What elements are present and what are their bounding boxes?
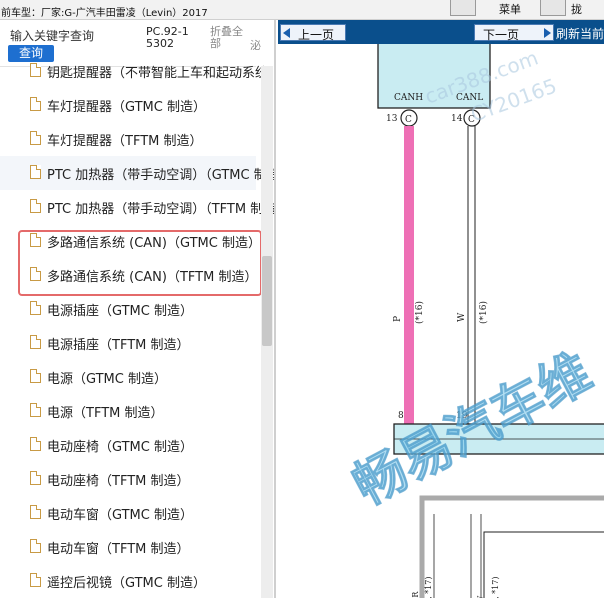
list-item[interactable]: PTC 加热器（带手动空调）（TFTM 制造）: [0, 190, 274, 224]
document-icon: [30, 369, 41, 383]
next-page-label: 下一页: [483, 28, 520, 42]
list-item-label: PTC 加热器（带手动空调）（TFTM 制造）: [47, 202, 276, 217]
prev-arrow-icon: [283, 28, 290, 38]
list-item[interactable]: 车灯提醒器（TFTM 制造）: [0, 122, 256, 156]
list-item-label: 电动车窗（GTMC 制造）: [47, 508, 193, 523]
top-bar: 前车型：厂家:G-广汽丰田雷凌（Levin）2017 菜单 拢: [0, 0, 604, 20]
pin-13-letter: C: [405, 115, 412, 125]
document-icon: [30, 165, 41, 179]
diagram-viewer: 上一页 下一页 刷新当前 CANH CANL 13 C 14 C P (*16)…: [278, 20, 604, 598]
next-arrow-icon: [544, 28, 551, 38]
wire-right-color: W: [457, 312, 467, 322]
list-item[interactable]: PTC 加热器（带手动空调）（GTMC 制造）: [0, 156, 274, 190]
bottom-left-note: 5, *17): [424, 577, 433, 598]
pc-code-label: PC.92-15302: [146, 25, 189, 50]
search-input[interactable]: 输入关键字查询: [10, 27, 94, 44]
document-icon: [30, 131, 41, 145]
list-item-label: 电源（TFTM 制造）: [47, 406, 164, 421]
scrollbar-thumb[interactable]: [262, 256, 272, 346]
viewer-toolbar: 上一页 下一页 刷新当前: [278, 20, 604, 44]
list-item-label: 电动座椅（GTMC 制造）: [47, 440, 193, 455]
document-icon: [30, 505, 41, 519]
selection-highlight: [18, 230, 262, 296]
list-item[interactable]: 钥匙提醒器（不带智能上车和起动系统）: [0, 54, 274, 88]
list-item[interactable]: 遥控后视镜（GTMC 制造）: [0, 564, 256, 598]
list-item[interactable]: 电源（TFTM 制造）: [0, 394, 256, 428]
document-icon: [30, 539, 41, 553]
document-icon: [30, 335, 41, 349]
ecu-block-inner: [483, 531, 604, 598]
wire-right-note: (*16): [478, 301, 489, 324]
bottom-right-note: 5, *17): [491, 577, 500, 598]
list-item[interactable]: 电动座椅（TFTM 制造）: [0, 462, 256, 496]
prev-page-button[interactable]: 上一页: [280, 24, 346, 42]
list-item-label: 电源插座（GTMC 制造）: [47, 304, 193, 319]
list-item-label: 电动车窗（TFTM 制造）: [47, 542, 190, 557]
app-window: 前车型：厂家:G-广汽丰田雷凌（Levin）2017 菜单 拢 输入关键字查询 …: [0, 0, 604, 598]
list-item-label: PTC 加热器（带手动空调）（GTMC 制造）: [47, 168, 276, 183]
pin-13-label: 13: [386, 114, 398, 124]
refresh-button[interactable]: 刷新当前: [556, 25, 604, 42]
document-icon: [30, 301, 41, 315]
toolbar-icon-button[interactable]: [450, 0, 476, 16]
document-icon: [30, 63, 41, 77]
list-item[interactable]: 电源插座（GTMC 制造）: [0, 292, 256, 326]
list-item-label: 钥匙提醒器（不带智能上车和起动系统）: [47, 66, 276, 81]
toolbar-icon-button-2[interactable]: [540, 0, 566, 16]
wiring-diagram: CANH CANL 13 C 14 C P (*16) W (*16) 8 19: [343, 44, 604, 598]
prev-page-label: 上一页: [298, 28, 335, 42]
wire-left-note: (*16): [414, 301, 425, 324]
document-icon: [30, 97, 41, 111]
document-icon: [30, 573, 41, 587]
list-item[interactable]: 电动车窗（TFTM 制造）: [0, 530, 256, 564]
document-icon: [30, 437, 41, 451]
document-icon: [30, 403, 41, 417]
canh-wire: [404, 126, 414, 424]
document-icon: [30, 471, 41, 485]
pin-8-label: 8: [398, 411, 404, 421]
menu2-button-label[interactable]: 拢: [571, 1, 582, 17]
more-label: 泌: [250, 39, 261, 52]
document-icon: [30, 199, 41, 213]
fold-all-button[interactable]: 折叠全部: [210, 26, 248, 50]
catalog-panel: 输入关键字查询 查询 PC.92-15302 折叠全部 泌 钥匙提醒器（不带智能…: [0, 20, 276, 598]
canh-label: CANH: [394, 93, 423, 103]
menu-button-label[interactable]: 菜单: [499, 1, 521, 17]
list-item-label: 遥控后视镜（GTMC 制造）: [47, 576, 206, 591]
pin-14-label: 14: [451, 114, 463, 124]
bottom-left-code: GR: [411, 591, 420, 598]
next-page-button[interactable]: 下一页: [474, 24, 554, 42]
list-item[interactable]: 电动座椅（GTMC 制造）: [0, 428, 256, 462]
wire-left-color: P: [393, 316, 403, 322]
list-item[interactable]: 电源（GTMC 制造）: [0, 360, 256, 394]
list-item-label: 电源插座（TFTM 制造）: [47, 338, 190, 353]
list-item-label: 车灯提醒器（GTMC 制造）: [47, 100, 206, 115]
list-item-label: 电动座椅（TFTM 制造）: [47, 474, 190, 489]
vehicle-label: 前车型：厂家:G-广汽丰田雷凌（Levin）2017: [1, 8, 208, 19]
list-item[interactable]: 电源插座（TFTM 制造）: [0, 326, 256, 360]
list-item-label: 电源（GTMC 制造）: [47, 372, 167, 387]
list-item[interactable]: 车灯提醒器（GTMC 制造）: [0, 88, 256, 122]
list-item[interactable]: 电动车窗（GTMC 制造）: [0, 496, 256, 530]
list-item-label: 车灯提醒器（TFTM 制造）: [47, 134, 203, 149]
